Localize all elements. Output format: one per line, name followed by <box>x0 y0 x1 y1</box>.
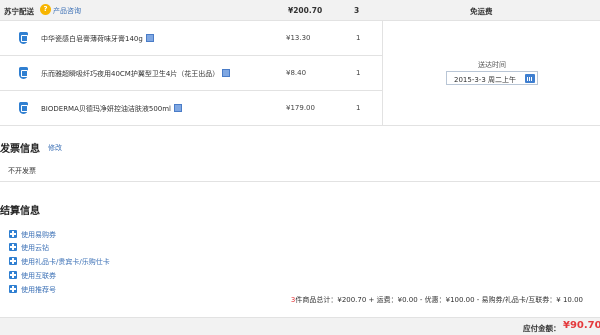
item-price: ¥13.30 <box>286 34 311 42</box>
item-quantity: 1 <box>356 104 361 112</box>
item-name-text[interactable]: BIODERMA贝德玛净妍控油洁肤液500ml <box>41 105 171 113</box>
shipment-total: ¥200.70 <box>288 6 323 15</box>
shield-icon <box>19 67 28 79</box>
item-name-text[interactable]: 中华瓷感白皂膏薄荷味牙膏140g <box>41 35 143 43</box>
shipment-header: 苏宁配送 ? 产品咨询 ¥200.70 3 免运费 <box>0 0 600 21</box>
image-icon[interactable] <box>174 104 183 112</box>
payment-bar: 应付金额： ¥90.70 <box>0 317 600 335</box>
plus-icon[interactable] <box>9 230 17 238</box>
calendar-icon[interactable] <box>525 74 535 83</box>
question-face-icon[interactable]: ? <box>40 4 51 15</box>
plus-icon[interactable] <box>9 257 17 265</box>
divider <box>0 181 600 182</box>
delivery-date-picker[interactable]: 2015-3-3 周二上午 <box>446 71 538 85</box>
invoice-value: 不开发票 <box>8 167 36 175</box>
item-name-text[interactable]: 乐而雅超瞬吸纤巧夜用40CM护翼型卫生4片（花王出品） <box>41 70 219 78</box>
shield-icon <box>19 102 28 114</box>
item-quantity: 1 <box>356 34 361 42</box>
option-label[interactable]: 使用礼品卡/贵宾卡/乐购仕卡 <box>21 257 110 267</box>
item-name[interactable]: 中华瓷感白皂膏薄荷味牙膏140g <box>41 34 154 44</box>
option-label[interactable]: 使用推荐号 <box>21 285 56 295</box>
delivery-date-value[interactable]: 2015-3-3 周二上午 <box>454 75 516 85</box>
shipment-quantity: 3 <box>354 6 360 15</box>
order-summary: 3件商品总计：¥200.70 + 运费：¥0.00 - 优惠：¥100.00 -… <box>291 295 583 305</box>
item-price: ¥179.00 <box>286 104 315 112</box>
seller-name: 苏宁配送 <box>4 7 34 16</box>
item-price: ¥8.40 <box>286 69 307 77</box>
amount-due-label: 应付金额： <box>523 324 561 333</box>
option-label[interactable]: 使用易购券 <box>21 230 56 240</box>
list-item: 中华瓷感白皂膏薄荷味牙膏140g ¥13.30 1 <box>0 21 382 56</box>
option-label[interactable]: 使用云钻 <box>21 243 49 253</box>
invoice-edit-link[interactable]: 修改 <box>48 143 62 153</box>
shipping-fee: 免运费 <box>470 7 493 16</box>
option-label[interactable]: 使用互联券 <box>21 271 56 281</box>
list-item: BIODERMA贝德玛净妍控油洁肤液500ml ¥179.00 1 <box>0 91 382 126</box>
item-quantity: 1 <box>356 69 361 77</box>
list-item: 乐而雅超瞬吸纤巧夜用40CM护翼型卫生4片（花王出品） ¥8.40 1 <box>0 56 382 91</box>
item-list: 中华瓷感白皂膏薄荷味牙膏140g ¥13.30 1 乐而雅超瞬吸纤巧夜用40CM… <box>0 21 382 126</box>
delivery-time-label: 送达时间 <box>478 61 506 69</box>
product-consult-link[interactable]: 产品咨询 <box>53 6 81 16</box>
amount-due-value: ¥90.70 <box>563 320 600 331</box>
plus-icon[interactable] <box>9 243 17 251</box>
summary-text: 件商品总计：¥200.70 + 运费：¥0.00 - 优惠：¥100.00 - … <box>295 296 583 304</box>
settlement-section-title: 结算信息 <box>0 206 40 217</box>
item-name[interactable]: BIODERMA贝德玛净妍控油洁肤液500ml <box>41 104 183 114</box>
plus-icon[interactable] <box>9 285 17 293</box>
plus-icon[interactable] <box>9 271 17 279</box>
delivery-panel: 送达时间 2015-3-3 周二上午 <box>382 21 600 126</box>
shield-icon <box>19 32 28 44</box>
invoice-section-title: 发票信息 <box>0 144 40 155</box>
item-name[interactable]: 乐而雅超瞬吸纤巧夜用40CM护翼型卫生4片（花王出品） <box>41 69 231 79</box>
image-icon[interactable] <box>145 34 154 42</box>
image-icon[interactable] <box>222 69 231 77</box>
